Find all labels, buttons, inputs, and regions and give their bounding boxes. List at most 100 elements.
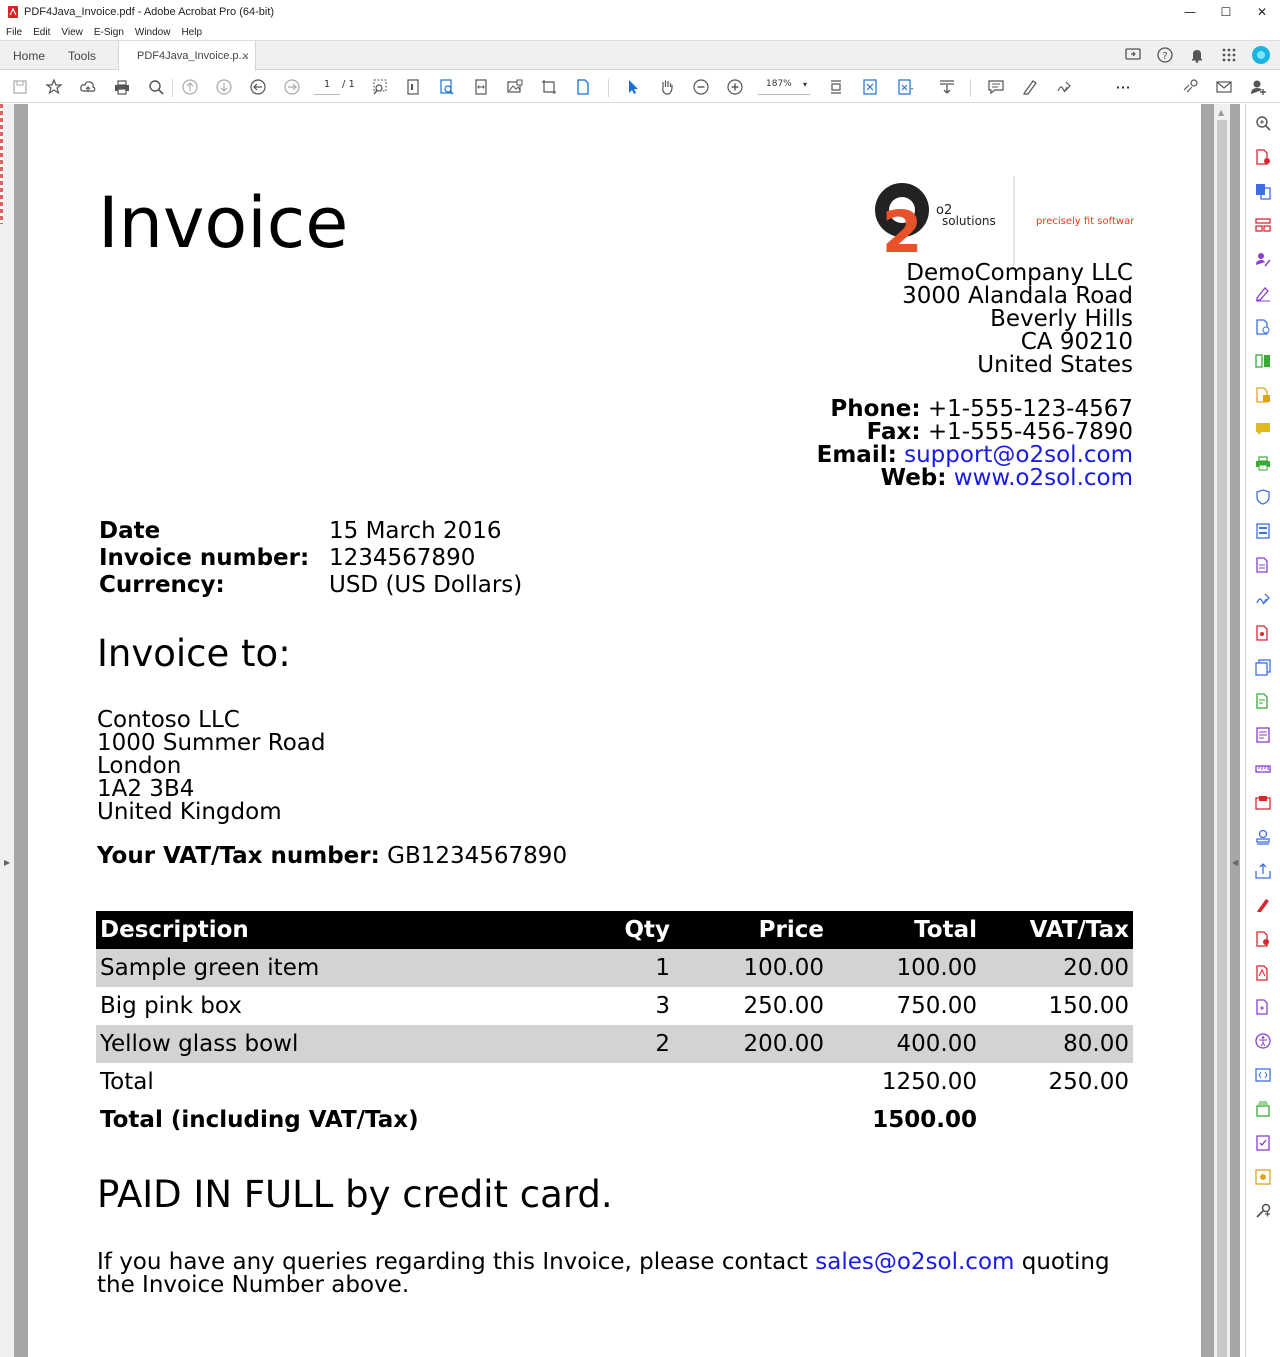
index-icon[interactable]: [1254, 1100, 1272, 1118]
paid-notice: PAID IN FULL by credit card.: [97, 1173, 613, 1216]
bookmark-star-icon[interactable]: [42, 75, 66, 99]
row-total: 750.00: [896, 993, 977, 1019]
vertical-scrollbar[interactable]: ▲: [1214, 104, 1230, 1357]
tab-tools[interactable]: Tools: [68, 41, 96, 70]
redact-icon[interactable]: [1254, 522, 1272, 540]
fit-width-icon[interactable]: [469, 75, 493, 99]
grand-total-label: Total (including VAT/Tax): [100, 1107, 419, 1133]
bell-icon[interactable]: [1186, 44, 1208, 66]
request-signature-icon[interactable]: [1254, 250, 1272, 268]
tab-close-icon[interactable]: ×: [242, 49, 249, 63]
download-save-icon[interactable]: [935, 75, 959, 99]
insert-image-icon[interactable]: [503, 75, 527, 99]
draw-tool-icon[interactable]: [1254, 896, 1272, 914]
website-link[interactable]: www.o2sol.com: [954, 465, 1133, 491]
rich-media-icon[interactable]: [1254, 386, 1272, 404]
scan-ocr-icon[interactable]: [1254, 318, 1272, 336]
export-pdf-icon[interactable]: [1254, 182, 1272, 200]
scrollbar-thumb[interactable]: [1217, 120, 1227, 1357]
comment-icon[interactable]: [984, 75, 1008, 99]
certificate-badge-icon[interactable]: [1254, 1168, 1272, 1186]
scroll-mode-icon[interactable]: [824, 75, 848, 99]
apps-grid-icon[interactable]: [1218, 44, 1240, 66]
help-icon[interactable]: ?: [1154, 44, 1176, 66]
select-cursor-icon[interactable]: [621, 75, 645, 99]
menu-view[interactable]: View: [61, 27, 83, 38]
find-text-icon[interactable]: [435, 75, 459, 99]
header-description: Description: [100, 917, 249, 943]
link-edit-icon[interactable]: [1178, 75, 1202, 99]
highlight-pen-icon[interactable]: [1018, 75, 1042, 99]
page-number-input[interactable]: 1: [314, 79, 340, 95]
single-page-icon[interactable]: [401, 75, 425, 99]
back-view-icon[interactable]: [246, 75, 270, 99]
minimize-button[interactable]: —: [1172, 0, 1208, 24]
compare-code-icon[interactable]: [1254, 1066, 1272, 1084]
comment-tool-icon[interactable]: [1254, 420, 1272, 438]
create-pdf-icon[interactable]: [1254, 148, 1272, 166]
pdf-standards-icon[interactable]: [1254, 964, 1272, 982]
fill-sign-icon[interactable]: [1254, 284, 1272, 302]
prepare-form-icon[interactable]: [1254, 692, 1272, 710]
save-icon[interactable]: [8, 75, 32, 99]
menu-edit[interactable]: Edit: [33, 27, 50, 38]
svg-text:?: ?: [1162, 51, 1167, 62]
next-page-icon[interactable]: [212, 75, 236, 99]
sales-email-link[interactable]: sales@o2sol.com: [815, 1249, 1014, 1275]
upload-cloud-icon[interactable]: [76, 75, 100, 99]
right-pane-toggle-icon[interactable]: ◀: [1232, 858, 1238, 867]
more-tools-icon[interactable]: ···: [1111, 75, 1135, 99]
customize-tools-icon[interactable]: [1254, 1202, 1272, 1220]
zoom-in-icon[interactable]: [723, 75, 747, 99]
certificates-icon[interactable]: [1254, 590, 1272, 608]
accessibility-icon[interactable]: [1254, 1032, 1272, 1050]
measure-icon[interactable]: [1254, 760, 1272, 778]
tab-home[interactable]: Home: [13, 41, 45, 70]
javascript-icon[interactable]: [1254, 624, 1272, 642]
crop-compare-icon[interactable]: [537, 75, 561, 99]
zoom-level-select[interactable]: 187% ▾: [758, 79, 810, 95]
zoom-out-icon[interactable]: [689, 75, 713, 99]
new-page-icon[interactable]: [571, 75, 595, 99]
search-icon[interactable]: [144, 75, 168, 99]
tab-document[interactable]: PDF4Java_Invoice.p... ×: [118, 41, 256, 71]
stamp-icon[interactable]: [1254, 828, 1272, 846]
organize-pages-icon[interactable]: [1254, 216, 1272, 234]
preflight-icon[interactable]: [1254, 930, 1272, 948]
user-avatar[interactable]: [1250, 44, 1272, 66]
forward-view-icon[interactable]: [280, 75, 304, 99]
left-navigation-edge: [0, 104, 14, 1357]
close-window-button[interactable]: ✕: [1244, 0, 1280, 24]
compare-files-icon[interactable]: [1254, 352, 1272, 370]
scroll-up-icon[interactable]: ▲: [1218, 108, 1224, 117]
search-zoom-icon[interactable]: [1254, 114, 1272, 132]
left-pane-toggle-icon[interactable]: ▶: [4, 858, 10, 867]
menu-esign[interactable]: E-Sign: [94, 27, 124, 38]
menu-help[interactable]: Help: [181, 27, 202, 38]
share-upload-icon[interactable]: [1254, 862, 1272, 880]
row-price: 200.00: [743, 1031, 824, 1057]
combine-files-icon[interactable]: [1254, 658, 1272, 676]
menu-file[interactable]: File: [6, 27, 22, 38]
share-user-icon[interactable]: [1246, 75, 1270, 99]
hand-tool-icon[interactable]: [655, 75, 679, 99]
action-wizard-icon[interactable]: [1254, 794, 1272, 812]
marquee-zoom-icon[interactable]: [368, 75, 392, 99]
prev-page-icon[interactable]: [178, 75, 202, 99]
email-icon[interactable]: [1212, 75, 1236, 99]
edit-pdf-icon[interactable]: [1254, 556, 1272, 574]
protect-shield-icon[interactable]: [1254, 488, 1272, 506]
maximize-button[interactable]: ☐: [1208, 0, 1244, 24]
sign-icon[interactable]: [1052, 75, 1076, 99]
fit-page-icon[interactable]: [858, 75, 882, 99]
table-header: Description Qty Price Total VAT/Tax: [96, 911, 1133, 949]
checklist-icon[interactable]: [1254, 1134, 1272, 1152]
share-screen-icon[interactable]: [1122, 44, 1144, 66]
menu-window[interactable]: Window: [135, 27, 171, 38]
row-vat: 150.00: [1048, 993, 1129, 1019]
page-view-dropdown-icon[interactable]: [894, 75, 918, 99]
print-icon[interactable]: [110, 75, 134, 99]
print-production-icon[interactable]: [1254, 454, 1272, 472]
send-for-comments-icon[interactable]: [1254, 726, 1272, 744]
optimize-pdf-icon[interactable]: [1254, 998, 1272, 1016]
